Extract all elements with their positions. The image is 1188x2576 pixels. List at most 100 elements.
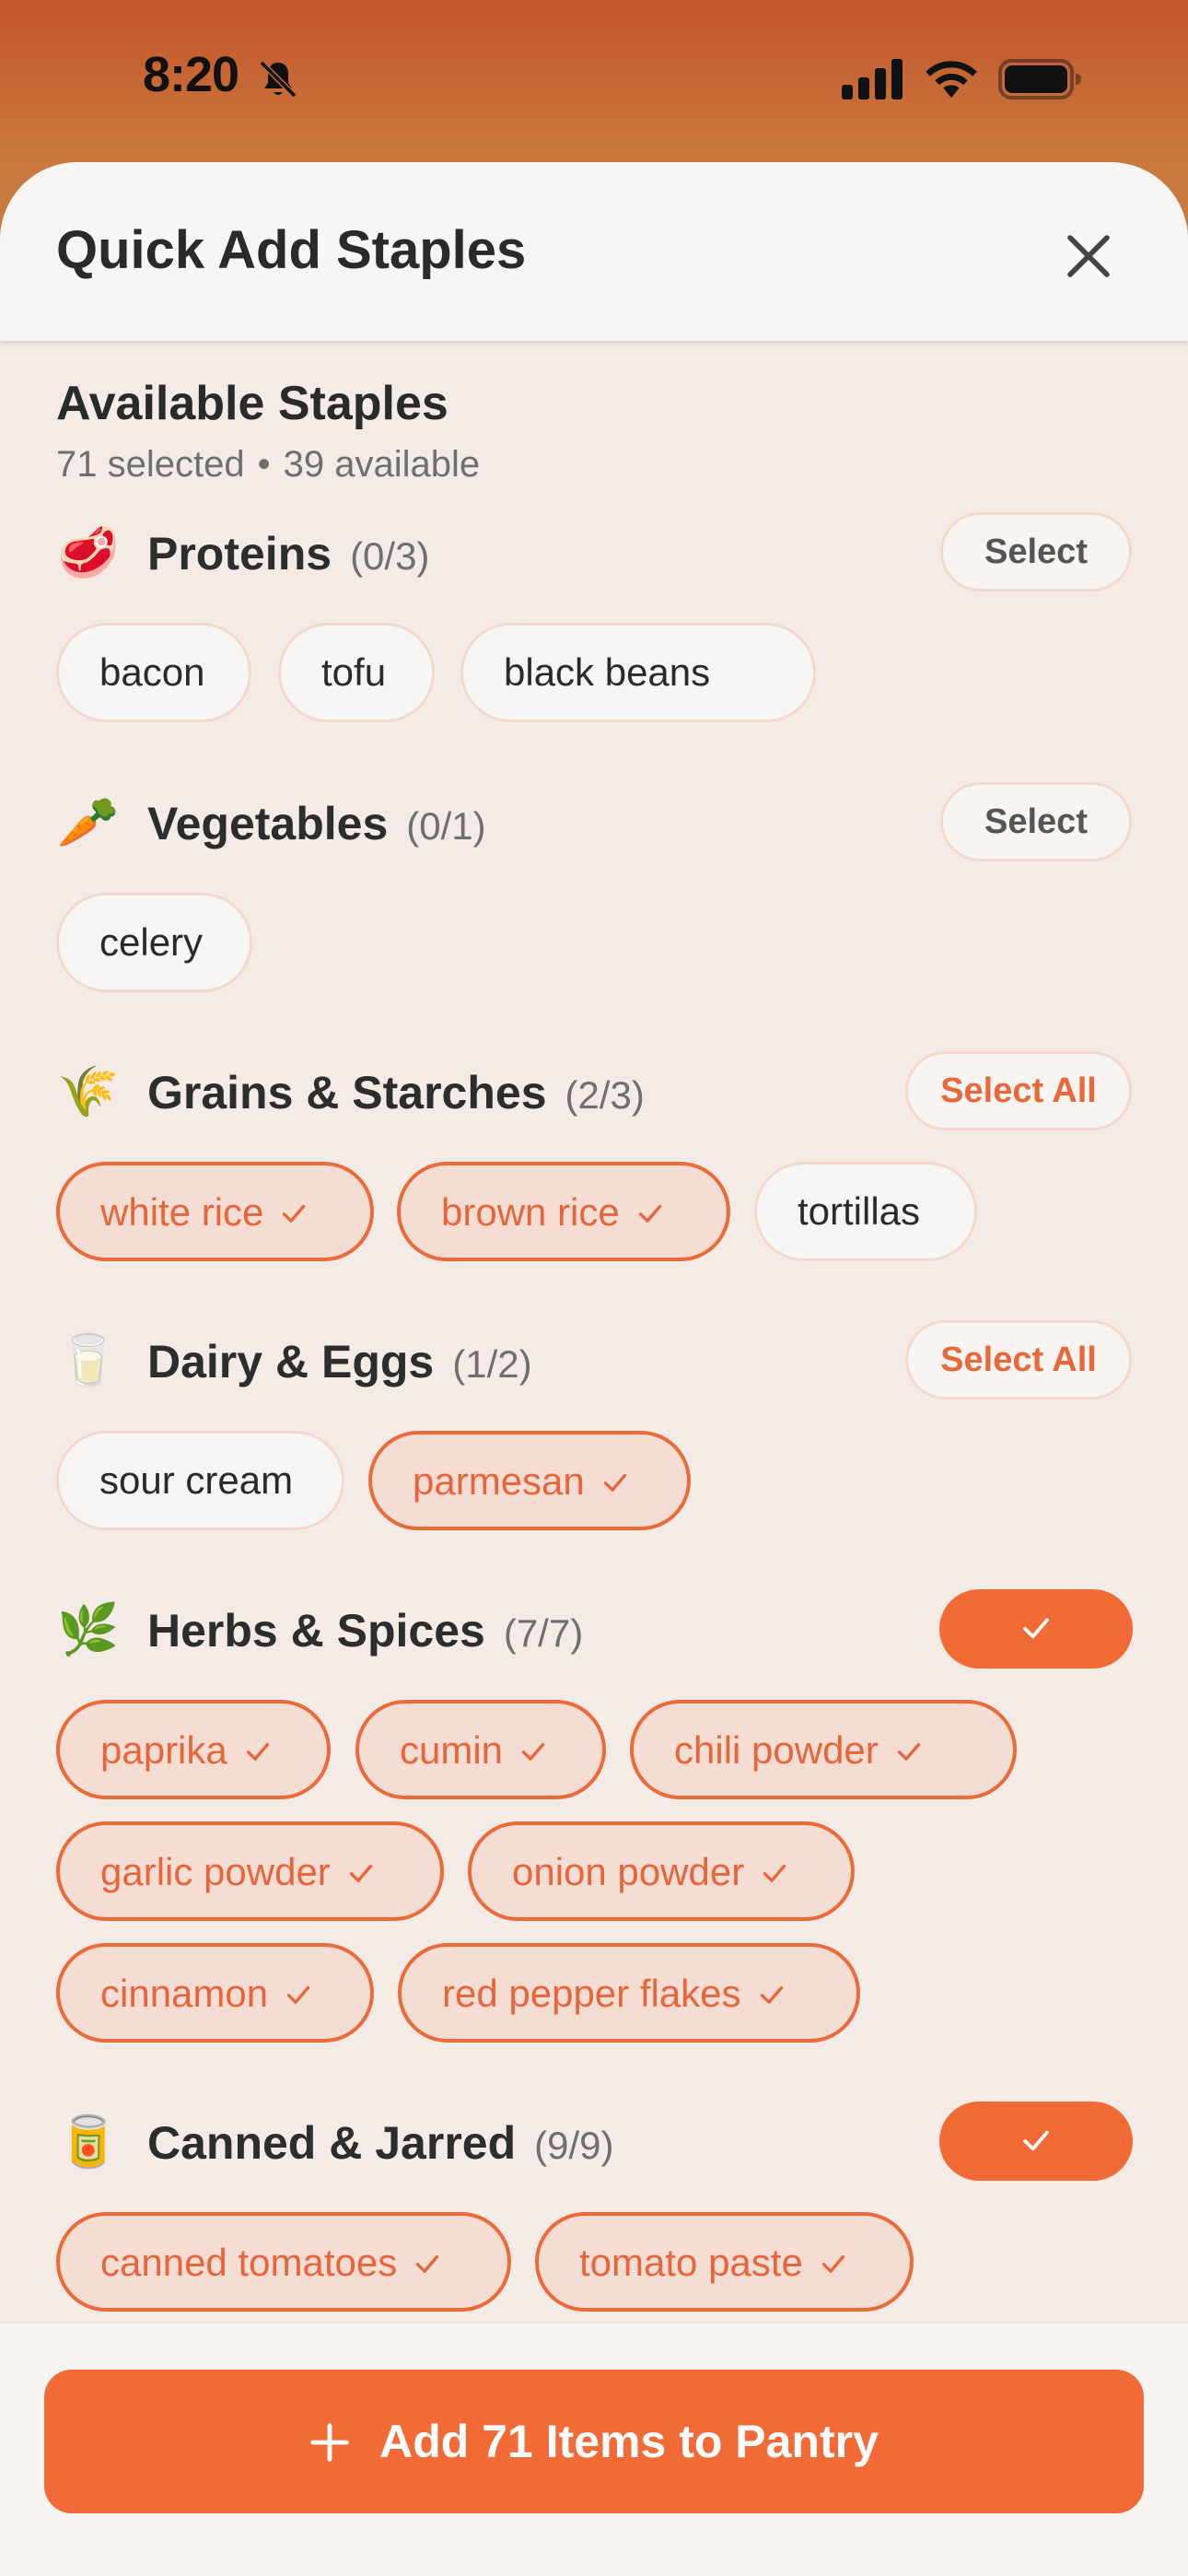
category-title: Herbs & Spices xyxy=(147,1605,485,1657)
battery-icon xyxy=(998,59,1081,100)
herb-emoji-icon: 🌿 xyxy=(57,1602,120,1657)
select-button-label: Select All xyxy=(940,1071,1097,1110)
category-header: 🌿 Herbs & Spices (7/7) xyxy=(0,1586,1188,1669)
check-icon xyxy=(763,1864,786,1882)
sheet-header: Quick Add Staples xyxy=(0,162,1188,341)
select-button[interactable]: Select xyxy=(940,782,1132,861)
sheet-title: Quick Add Staples xyxy=(56,220,527,280)
category-title: Proteins xyxy=(147,528,332,580)
category-name: Vegetables (0/1) xyxy=(147,797,486,850)
category-header: 🥛 Dairy & Eggs (1/2) Select All xyxy=(0,1317,1188,1399)
select-button-label: Select xyxy=(984,533,1088,571)
selected-count: 71 selected xyxy=(56,444,245,485)
category-name: Grains & Starches (2/3) xyxy=(147,1066,645,1119)
staple-chip-label: sour cream xyxy=(99,1458,294,1502)
check-icon xyxy=(897,1742,920,1761)
staple-chip[interactable]: celery xyxy=(56,893,252,992)
staple-chip[interactable]: brown rice xyxy=(397,1162,730,1261)
check-icon xyxy=(349,1864,372,1882)
available-staples-title: Available Staples xyxy=(56,377,448,430)
staple-chip-label: white rice xyxy=(100,1190,264,1234)
staple-chip-label: parmesan xyxy=(413,1459,585,1503)
staple-chip[interactable]: black beans xyxy=(460,623,816,722)
category-count: (2/3) xyxy=(565,1073,645,1117)
category-name: Canned & Jarred (9/9) xyxy=(147,2116,613,2170)
status-bar: 8:20 xyxy=(0,0,1188,161)
staple-chip[interactable]: tomato paste xyxy=(535,2212,914,2312)
staple-chip-label: tomato paste xyxy=(579,2241,803,2284)
all-selected-toggle[interactable] xyxy=(939,1589,1133,1669)
all-selected-toggle[interactable] xyxy=(939,2102,1133,2181)
staple-chip[interactable]: paprika xyxy=(56,1700,331,1799)
category-title: Vegetables xyxy=(147,798,389,849)
staple-chip[interactable]: red pepper flakes xyxy=(398,1943,860,2043)
select-all-button[interactable]: Select All xyxy=(905,1320,1132,1399)
staple-chip-label: tortillas xyxy=(798,1189,921,1233)
check-icon xyxy=(603,1473,626,1492)
check-icon xyxy=(760,1985,783,2004)
staple-chip[interactable]: cinnamon xyxy=(56,1943,374,2043)
staple-chip-label: brown rice xyxy=(441,1190,620,1234)
staple-chip[interactable]: onion powder xyxy=(468,1821,855,1921)
staple-chip[interactable]: garlic powder xyxy=(56,1821,444,1921)
staple-chip[interactable]: tofu xyxy=(278,623,435,722)
staple-chip-label: canned tomatoes xyxy=(100,2241,398,2284)
staple-chip[interactable]: white rice xyxy=(56,1162,374,1261)
category-title: Canned & Jarred xyxy=(147,2117,517,2169)
category-count: (7/7) xyxy=(503,1611,584,1655)
meat-emoji-icon: 🥩 xyxy=(57,525,120,580)
category-header: 🥫 Canned & Jarred (9/9) xyxy=(0,2098,1188,2181)
check-icon xyxy=(821,2254,844,2273)
plus-icon xyxy=(310,2423,349,2462)
select-button-label: Select xyxy=(984,802,1088,841)
check-icon xyxy=(286,1985,310,2004)
close-icon[interactable] xyxy=(1059,227,1118,286)
bell-off-icon xyxy=(259,60,297,99)
separator-dot: • xyxy=(257,444,271,485)
category-header: 🥩 Proteins (0/3) Select xyxy=(0,509,1188,591)
sheet-footer: Add 71 Items to Pantry xyxy=(0,2322,1188,2576)
staple-chip[interactable]: chili powder xyxy=(630,1700,1017,1799)
staple-chip-label: red pepper flakes xyxy=(442,1972,741,2015)
check-icon xyxy=(416,2254,439,2273)
staple-chip-label: black beans xyxy=(504,650,711,694)
cellular-signal-icon xyxy=(842,59,903,100)
check-icon xyxy=(638,1204,661,1223)
check-icon xyxy=(283,1204,306,1223)
category-title: Grains & Starches xyxy=(147,1067,547,1118)
staple-chip-label: paprika xyxy=(100,1728,227,1772)
staple-chip-label: onion powder xyxy=(512,1850,745,1893)
available-count: 39 available xyxy=(283,444,481,485)
staple-chip[interactable]: tortillas xyxy=(754,1162,977,1261)
staples-list[interactable]: Available Staples 71 selected • 39 availab… xyxy=(0,341,1188,2322)
select-button[interactable]: Select xyxy=(940,512,1132,591)
staple-chip[interactable]: bacon xyxy=(56,623,251,722)
wifi-icon xyxy=(926,61,977,99)
selection-summary: 71 selected • 39 available xyxy=(56,444,480,486)
category-title: Dairy & Eggs xyxy=(147,1336,435,1388)
carrot-emoji-icon: 🥕 xyxy=(57,795,120,850)
select-all-button[interactable]: Select All xyxy=(905,1051,1132,1130)
staple-chip[interactable]: parmesan xyxy=(368,1431,691,1530)
select-button-label: Select All xyxy=(940,1341,1097,1379)
check-icon xyxy=(246,1742,269,1761)
staple-chip-label: celery xyxy=(99,920,204,964)
wheat-emoji-icon: 🌾 xyxy=(57,1064,120,1119)
staple-chip[interactable]: sour cream xyxy=(56,1431,344,1530)
staple-chip[interactable]: canned tomatoes xyxy=(56,2212,511,2312)
staple-chip[interactable]: cumin xyxy=(355,1700,606,1799)
category-name: Dairy & Eggs (1/2) xyxy=(147,1335,532,1388)
status-time: 8:20 xyxy=(143,47,239,102)
add-to-pantry-label: Add 71 Items to Pantry xyxy=(379,2416,879,2467)
check-icon xyxy=(521,1742,545,1761)
milk-emoji-icon: 🥛 xyxy=(57,1333,120,1388)
staple-chip-label: chili powder xyxy=(674,1728,879,1772)
category-name: Herbs & Spices (7/7) xyxy=(147,1604,583,1657)
staple-chip-label: bacon xyxy=(99,650,205,694)
staple-chip-label: tofu xyxy=(321,650,387,694)
category-header: 🌾 Grains & Starches (2/3) Select All xyxy=(0,1048,1188,1130)
add-to-pantry-button[interactable]: Add 71 Items to Pantry xyxy=(44,2370,1144,2513)
staple-chip-label: cinnamon xyxy=(100,1972,269,2015)
category-count: (1/2) xyxy=(452,1342,532,1386)
category-count: (0/1) xyxy=(406,804,486,848)
